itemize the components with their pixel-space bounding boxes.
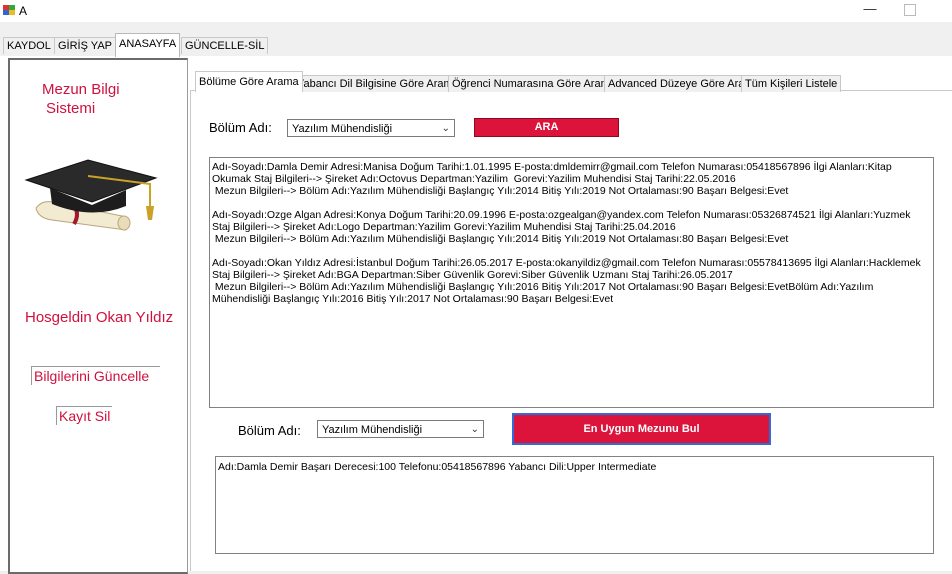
best-department-select-value: Yazılım Mühendisliği [322, 424, 423, 436]
results-textbox[interactable]: Adı-Soyadı:Damla Demir Adresi:Manisa Doğ… [209, 157, 934, 408]
system-title-line2: Sistemi [46, 100, 96, 117]
tab-kaydol[interactable]: KAYDOL [3, 37, 55, 54]
system-title: Mezun Bilgi Sistemi [34, 80, 120, 118]
tab-bolume-gore-arama[interactable]: Bölüme Göre Arama [195, 71, 303, 92]
tab-ogrenci-no-arama[interactable]: Öğrenci Numarasına Göre Arama [448, 75, 620, 92]
update-info-link[interactable]: Bilgilerini Güncelle [31, 366, 160, 385]
best-department-select[interactable]: Yazılım Mühendisliği ⌄ [317, 420, 484, 438]
minimize-button[interactable]: — [858, 1, 882, 19]
result-record: Adı-Soyadı:Ozge Algan Adresi:Konya Doğum… [212, 209, 911, 245]
best-graduate-textbox[interactable]: Adı:Damla Demir Başarı Derecesi:100 Tele… [215, 456, 934, 554]
department-select[interactable]: Yazılım Mühendisliği ⌄ [287, 119, 455, 137]
window-title: A [19, 4, 28, 18]
department-label: Bölüm Adı: [209, 120, 272, 135]
maximize-button[interactable] [904, 4, 916, 16]
best-department-label: Bölüm Adı: [238, 423, 301, 438]
result-record: Adı-Soyadı:Okan Yıldız Adresi:İstanbul D… [212, 257, 921, 305]
tab-guncelle-sil[interactable]: GÜNCELLE-SİL [181, 37, 269, 54]
welcome-message: Hosgeldin Okan Yıldız [25, 309, 174, 326]
department-select-value: Yazılım Mühendisliği [292, 123, 393, 135]
tab-advanced-arama[interactable]: Advanced Düzeye Göre Ara [604, 75, 749, 92]
chevron-down-icon: ⌄ [441, 123, 450, 134]
result-record: Adı-Soyadı:Damla Demir Adresi:Manisa Doğ… [212, 161, 892, 197]
system-title-line1: Mezun Bilgi [42, 81, 120, 98]
app-icon [3, 5, 15, 15]
best-graduate-result: Adı:Damla Demir Başarı Derecesi:100 Tele… [218, 461, 657, 473]
tab-giris-yap[interactable]: GİRİŞ YAP [54, 37, 117, 54]
title-bar [0, 0, 952, 22]
graduation-cap-icon [24, 159, 158, 231]
find-best-graduate-button[interactable]: En Uygun Mezunu Bul [512, 413, 771, 445]
search-button[interactable]: ARA [474, 118, 619, 137]
tab-anasayfa[interactable]: ANASAYFA [115, 33, 181, 57]
chevron-down-icon: ⌄ [470, 424, 479, 435]
tab-yabanci-dil-arama[interactable]: Yabancı Dil Bilgisine Göre Arama [293, 75, 463, 92]
tab-tum-kisiler[interactable]: Tüm Kişileri Listele [741, 75, 842, 92]
delete-record-link[interactable]: Kayıt Sil [56, 406, 113, 425]
